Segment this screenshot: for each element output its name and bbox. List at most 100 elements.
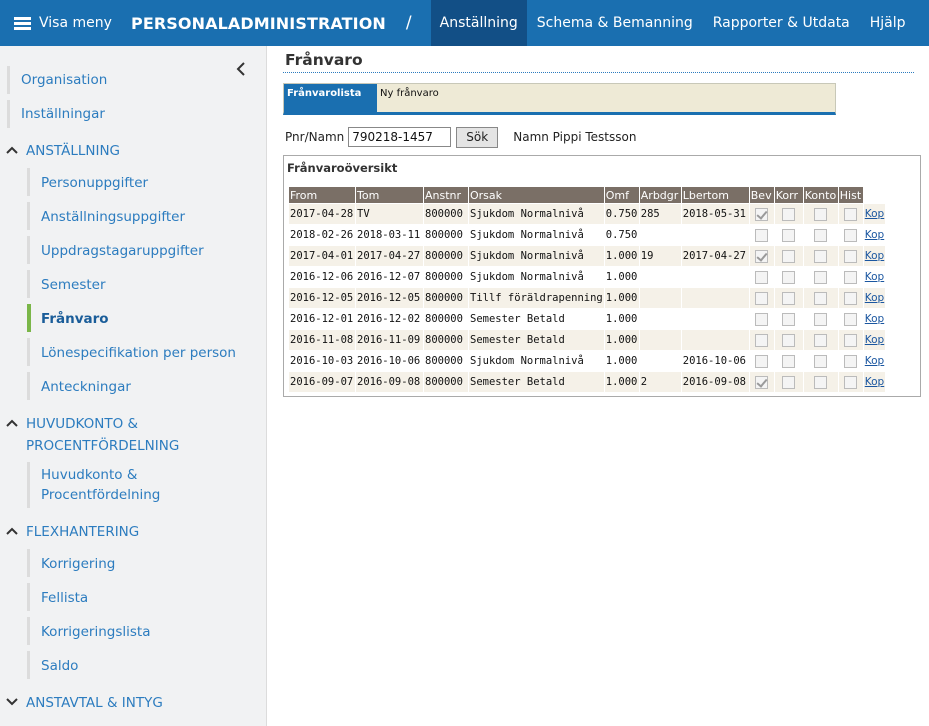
hist-checkbox[interactable] <box>844 291 858 305</box>
korr-checkbox[interactable] <box>782 249 796 263</box>
sidebar-item-installningar[interactable]: Inställningar <box>21 106 105 122</box>
kop-link[interactable]: Kop <box>865 355 884 367</box>
sidebar-item-semester[interactable]: Semester <box>41 277 106 293</box>
sidebar-item-personuppgifter[interactable]: Personuppgifter <box>41 175 148 191</box>
bev-checkbox[interactable] <box>755 291 769 305</box>
col-korr[interactable]: Korr <box>774 187 803 203</box>
kop-link[interactable]: Kop <box>865 334 884 346</box>
korr-checkbox[interactable] <box>782 207 796 221</box>
sidebar-item-korrigering[interactable]: Korrigering <box>41 556 115 572</box>
bev-checkbox[interactable] <box>755 375 769 389</box>
hist-checkbox[interactable] <box>844 207 858 221</box>
table-row[interactable]: 2016-10-03 2016-10-06 800000 Sjukdom Normal… <box>289 351 886 371</box>
bev-checkbox[interactable] <box>755 312 769 326</box>
sidebar-item-lonespecifikation[interactable]: Lönespecifikation per person <box>41 345 236 361</box>
sidebar-item-fellista[interactable]: Fellista <box>41 590 88 606</box>
korr-checkbox[interactable] <box>782 333 796 347</box>
nav-hjalp[interactable]: Hjälp <box>860 0 916 46</box>
col-lbertom[interactable]: Lbertom <box>681 187 749 203</box>
kop-link[interactable]: Kop <box>865 271 884 283</box>
col-anstnr[interactable]: Anstnr <box>424 187 468 203</box>
col-arbdgr[interactable]: Arbdgr <box>639 187 681 203</box>
section-anstavtal-intyg[interactable]: ANSTAVTAL & INTYG <box>26 692 163 714</box>
table-row[interactable]: 2017-04-28 TV 800000 Sjukdom Normalnivå 0.75… <box>289 204 886 224</box>
table-row[interactable]: 2018-02-26 2018-03-11 800000 Sjukdom Normal… <box>289 225 886 245</box>
hist-checkbox[interactable] <box>844 354 858 368</box>
kop-link[interactable]: Kop <box>865 250 884 262</box>
sidebar-item-uppdragstagaruppgifter[interactable]: Uppdragstagaruppgifter <box>41 243 204 259</box>
nav-anstallning[interactable]: Anställning <box>430 0 527 46</box>
chevron-down-icon[interactable] <box>6 698 18 706</box>
sidebar-item-franvaro[interactable]: Frånvaro <box>41 311 109 327</box>
hist-checkbox[interactable] <box>844 312 858 326</box>
tab-franvarolista[interactable]: Frånvarolista <box>284 84 377 113</box>
bev-checkbox[interactable] <box>755 354 769 368</box>
hist-checkbox[interactable] <box>844 270 858 284</box>
korr-checkbox[interactable] <box>782 354 796 368</box>
bev-checkbox[interactable] <box>755 270 769 284</box>
konto-checkbox[interactable] <box>814 228 828 242</box>
chevron-left-icon[interactable] <box>233 61 249 77</box>
korr-checkbox[interactable] <box>782 312 796 326</box>
table-row[interactable]: 2016-12-05 2016-12-05 800000 Tillf föräldra… <box>289 288 886 308</box>
konto-checkbox[interactable] <box>814 375 828 389</box>
bev-checkbox[interactable] <box>755 207 769 221</box>
bev-checkbox[interactable] <box>755 249 769 263</box>
table-row[interactable]: 2016-12-06 2016-12-07 800000 Sjukdom Normal… <box>289 267 886 287</box>
sidebar-item-anstallningsuppgifter[interactable]: Anställningsuppgifter <box>41 209 185 225</box>
table-row[interactable]: 2016-12-01 2016-12-02 800000 Semester Betal… <box>289 309 886 329</box>
sidebar-item-huvudkonto-line2[interactable]: Procentfördelning <box>41 487 160 503</box>
table-row[interactable]: 2016-11-08 2016-11-09 800000 Semester Betal… <box>289 330 886 350</box>
korr-checkbox[interactable] <box>782 270 796 284</box>
section-huvudkonto-line1[interactable]: HUVUDKONTO & <box>26 413 138 435</box>
sidebar-item-saldo[interactable]: Saldo <box>41 658 78 674</box>
hist-checkbox[interactable] <box>844 228 858 242</box>
show-menu-button[interactable]: Visa meny <box>0 0 120 46</box>
app-title[interactable]: PERSONALADMINISTRATION <box>131 14 386 33</box>
chevron-up-icon[interactable] <box>6 419 18 427</box>
konto-checkbox[interactable] <box>814 270 828 284</box>
konto-checkbox[interactable] <box>814 354 828 368</box>
sok-button[interactable]: Sök <box>456 126 499 148</box>
korr-checkbox[interactable] <box>782 291 796 305</box>
hist-checkbox[interactable] <box>844 375 858 389</box>
col-konto[interactable]: Konto <box>803 187 838 203</box>
kop-link[interactable]: Kop <box>865 313 884 325</box>
sidebar-item-korrigeringslista[interactable]: Korrigeringslista <box>41 624 151 640</box>
korr-checkbox[interactable] <box>782 228 796 242</box>
chevron-up-icon[interactable] <box>6 146 18 154</box>
col-hist[interactable]: Hist <box>838 187 863 203</box>
section-huvudkonto-line2[interactable]: PROCENTFÖRDELNING <box>26 435 179 457</box>
kop-link[interactable]: Kop <box>865 376 884 388</box>
kop-link[interactable]: Kop <box>865 229 884 241</box>
section-flexhantering[interactable]: FLEXHANTERING <box>26 521 139 543</box>
col-bev[interactable]: Bev <box>749 187 774 203</box>
konto-checkbox[interactable] <box>814 249 828 263</box>
bev-checkbox[interactable] <box>755 228 769 242</box>
hist-checkbox[interactable] <box>844 249 858 263</box>
kop-link[interactable]: Kop <box>865 292 884 304</box>
korr-checkbox[interactable] <box>782 375 796 389</box>
konto-checkbox[interactable] <box>814 333 828 347</box>
konto-checkbox[interactable] <box>814 207 828 221</box>
table-row[interactable]: 2016-09-07 2016-09-08 800000 Semester Betal… <box>289 372 886 392</box>
section-anstallning[interactable]: ANSTÄLLNING <box>26 140 120 162</box>
sidebar-item-anteckningar[interactable]: Anteckningar <box>41 379 131 395</box>
chevron-up-icon[interactable] <box>6 527 18 535</box>
konto-checkbox[interactable] <box>814 312 828 326</box>
pnr-namn-input[interactable] <box>348 127 452 147</box>
sidebar-item-huvudkonto-line1[interactable]: Huvudkonto & <box>41 467 137 483</box>
nav-rapporter-utdata[interactable]: Rapporter & Utdata <box>703 0 860 46</box>
konto-checkbox[interactable] <box>814 291 828 305</box>
col-orsak[interactable]: Orsak <box>469 187 604 203</box>
table-row[interactable]: 2017-04-01 2017-04-27 800000 Sjukdom Normal… <box>289 246 886 266</box>
nav-schema-bemanning[interactable]: Schema & Bemanning <box>527 0 703 46</box>
kop-link[interactable]: Kop <box>865 208 884 220</box>
col-from[interactable]: From <box>289 187 355 203</box>
tab-ny-franvaro[interactable]: Ny frånvaro <box>377 84 439 113</box>
col-tom[interactable]: Tom <box>356 187 423 203</box>
sidebar-item-organisation[interactable]: Organisation <box>21 72 107 88</box>
bev-checkbox[interactable] <box>755 333 769 347</box>
hist-checkbox[interactable] <box>844 333 858 347</box>
col-omf[interactable]: Omf <box>604 187 639 203</box>
